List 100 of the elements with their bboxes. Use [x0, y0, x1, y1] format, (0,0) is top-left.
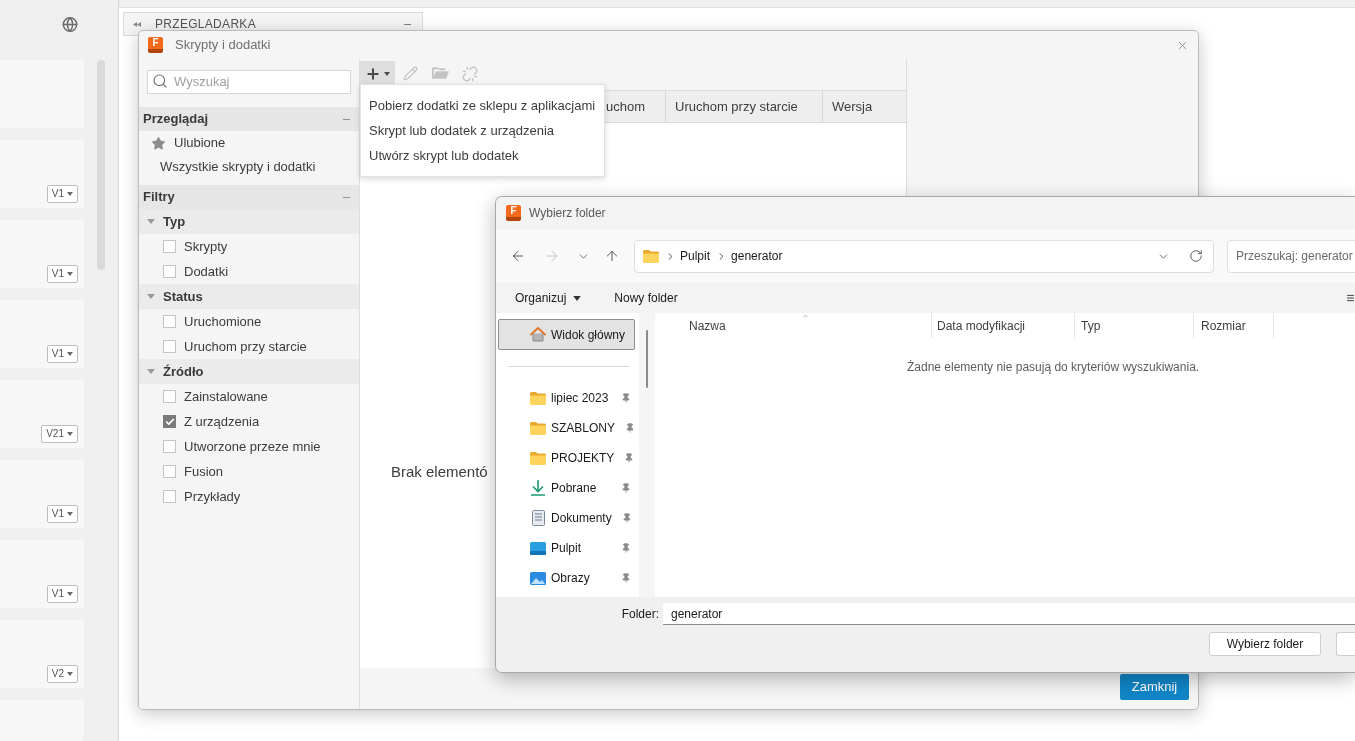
- star-icon: [151, 135, 166, 151]
- caret-down-icon[interactable]: [147, 219, 155, 224]
- globe-icon[interactable]: [62, 16, 78, 33]
- caret-down-icon: [67, 272, 73, 276]
- browse-item[interactable]: Wszystkie skrypty i dodatki: [160, 157, 316, 177]
- menu-item[interactable]: Skrypt lub dodatek z urządzenia: [361, 118, 604, 143]
- menu-item[interactable]: Pobierz dodatki ze sklepu z aplikacjami: [361, 93, 604, 118]
- nav-item[interactable]: lipiec 2023: [498, 383, 635, 413]
- file-card[interactable]: V1: [0, 540, 84, 608]
- folder-icon: [530, 451, 546, 465]
- nav-item[interactable]: Pobrane: [498, 473, 635, 503]
- column-header[interactable]: Nazwa: [689, 316, 726, 335]
- panel-title: PRZEGLADARKA: [155, 16, 256, 33]
- file-card[interactable]: V21: [0, 380, 84, 448]
- section-title: Przeglądaj: [143, 110, 209, 129]
- dialog-button[interactable]: [1336, 632, 1355, 656]
- folder-icon: [643, 249, 659, 263]
- column-header[interactable]: Wersja: [832, 96, 873, 117]
- group-title: Status: [163, 287, 203, 306]
- search-field[interactable]: Wyszukaj: [147, 69, 351, 94]
- empty-message: Brak elementó: [391, 463, 488, 480]
- checkbox-label: Uruchom przy starcie: [184, 337, 307, 356]
- desktop-icon: [530, 541, 546, 555]
- column-header[interactable]: Uruchom przy starcie: [675, 96, 798, 117]
- double-arrow-left-icon[interactable]: [133, 21, 141, 27]
- file-card[interactable]: V1: [0, 300, 84, 368]
- checkbox-label: Skrypty: [184, 237, 228, 256]
- folder-icon: [530, 421, 546, 435]
- search-field[interactable]: Przeszukaj: generator: [1227, 239, 1355, 273]
- column-header[interactable]: Rozmiar: [1201, 316, 1246, 335]
- input-field[interactable]: generator: [663, 603, 1355, 625]
- organize-button[interactable]: Organizuj: [515, 289, 582, 307]
- menu-icon[interactable]: [1346, 293, 1355, 303]
- caret-down-icon: [67, 352, 73, 356]
- group-header[interactable]: Źródło: [139, 359, 359, 384]
- file-card[interactable]: V1: [0, 140, 84, 208]
- checkbox[interactable]: [163, 265, 176, 278]
- group-header[interactable]: Typ: [139, 209, 359, 234]
- version-dropdown[interactable]: V21: [41, 425, 78, 443]
- version-dropdown[interactable]: V1: [46, 585, 78, 603]
- column-header[interactable]: uchom: [606, 96, 646, 117]
- column-header[interactable]: Typ: [1081, 316, 1101, 335]
- address-bar[interactable]: Pulpit generator: [634, 239, 1214, 273]
- nav-item[interactable]: Pulpit: [498, 533, 635, 563]
- broken-link-icon: [462, 65, 478, 82]
- empty-message: Żadne elementy nie pasują do kryteriów wyszukiwania.: [907, 360, 1200, 374]
- menu-item[interactable]: Utwórz skrypt lub dodatek: [361, 143, 604, 168]
- version-dropdown[interactable]: V1: [46, 265, 78, 283]
- checkbox[interactable]: [163, 490, 176, 503]
- caret-down-icon: [67, 512, 73, 516]
- group-title: Typ: [163, 212, 186, 231]
- window-title: Skrypty i dodatki: [175, 36, 271, 55]
- file-card[interactable]: V1: [0, 460, 84, 528]
- home-icon: [530, 327, 546, 342]
- group-header[interactable]: Status: [139, 284, 359, 309]
- checkbox[interactable]: [163, 240, 176, 253]
- select-folder-button[interactable]: Wybierz folder: [1209, 632, 1321, 656]
- nav-item[interactable]: PROJEKTY: [498, 443, 635, 473]
- caret-down-icon: [67, 192, 73, 196]
- pencil-icon: [402, 66, 418, 81]
- column-header[interactable]: Data modyfikacji: [937, 316, 1026, 335]
- checkbox[interactable]: [163, 390, 176, 403]
- checkbox-label: Fusion: [184, 462, 224, 481]
- breadcrumb[interactable]: generator: [731, 247, 783, 265]
- version-dropdown[interactable]: V1: [46, 185, 78, 203]
- version-dropdown[interactable]: V1: [46, 345, 78, 363]
- new-folder-button[interactable]: Nowy folder: [614, 289, 678, 307]
- checkbox[interactable]: [163, 340, 176, 353]
- caret-down-icon[interactable]: [147, 294, 155, 299]
- plus-icon: [365, 65, 381, 82]
- checkbox-label: Zainstalowane: [184, 387, 268, 406]
- app-logo: F: [148, 37, 163, 53]
- nav-item[interactable]: Widok główny: [498, 319, 635, 350]
- nav-item[interactable]: SZABLONY: [498, 413, 635, 443]
- checkbox-label: Dodatki: [184, 262, 229, 281]
- refresh-icon[interactable]: [1189, 249, 1203, 263]
- file-card[interactable]: V1: [0, 220, 84, 288]
- add-button[interactable]: [360, 61, 395, 86]
- download-icon: [531, 480, 545, 496]
- version-dropdown[interactable]: V2: [46, 665, 78, 683]
- browse-item[interactable]: Ulubione: [174, 133, 226, 153]
- caret-down-icon: [67, 672, 73, 676]
- field-label: Folder:: [620, 606, 660, 623]
- caret-down-icon: [67, 432, 73, 436]
- checkbox[interactable]: [163, 315, 176, 328]
- checkbox[interactable]: [163, 465, 176, 478]
- version-dropdown[interactable]: V1: [46, 505, 78, 523]
- scrollbar-thumb[interactable]: [646, 330, 648, 388]
- section-header[interactable]: Filtry: [139, 185, 359, 209]
- file-card[interactable]: V2: [0, 620, 84, 688]
- document-icon: [531, 510, 545, 526]
- caret-down-icon: [573, 295, 582, 301]
- caret-down-icon[interactable]: [147, 369, 155, 374]
- close-button[interactable]: Zamknij: [1120, 674, 1189, 700]
- checkbox[interactable]: [163, 440, 176, 453]
- checkbox[interactable]: [163, 415, 176, 428]
- breadcrumb[interactable]: Pulpit: [680, 247, 711, 265]
- nav-item[interactable]: Obrazy: [498, 563, 635, 593]
- nav-item[interactable]: Dokumenty: [498, 503, 635, 533]
- section-header[interactable]: Przeglądaj: [139, 107, 359, 131]
